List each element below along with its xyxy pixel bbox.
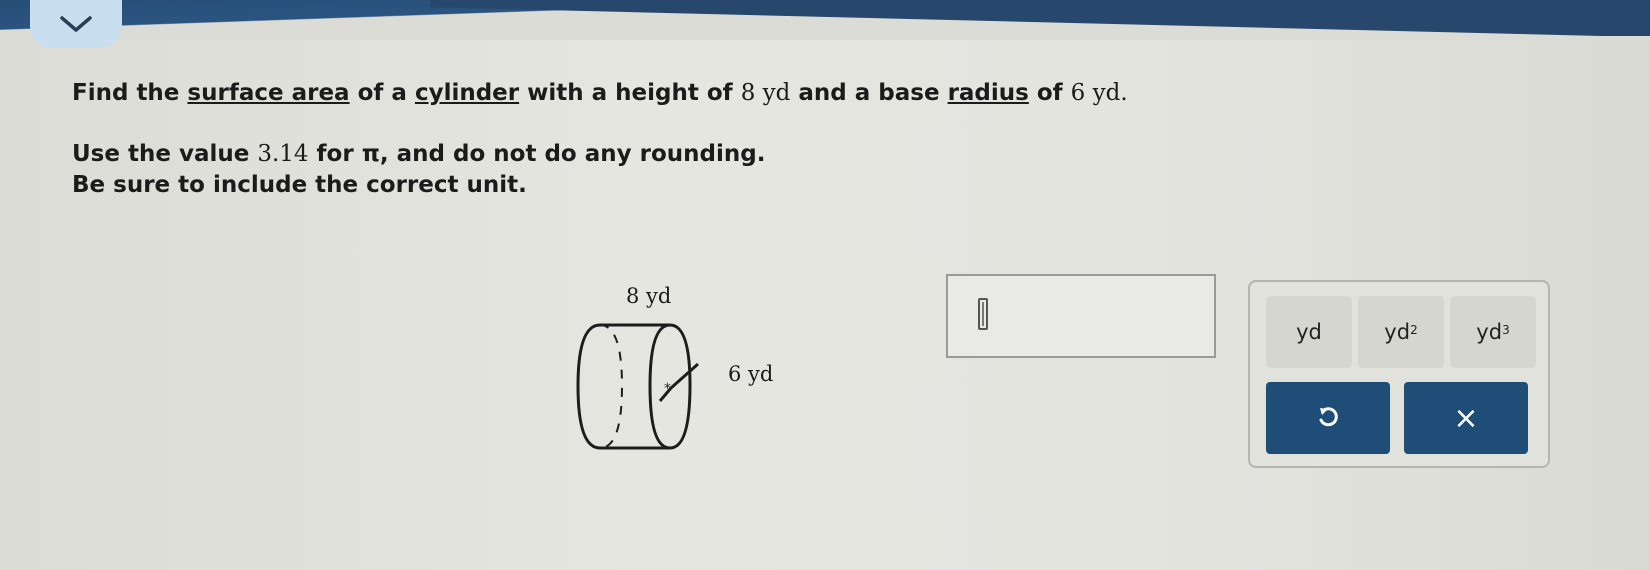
question-text: and a base (790, 80, 948, 106)
cylinder-link[interactable]: cylinder (415, 80, 519, 106)
unit-yd2-button[interactable]: yd 2 (1358, 296, 1444, 368)
chevron-down-icon (60, 16, 92, 32)
question-line-1: Find the surface area of a cylinder with… (72, 80, 1128, 106)
unit-keypad: yd yd 2 yd 3 × (1248, 280, 1550, 468)
radius-link[interactable]: radius (948, 80, 1029, 106)
unit-label: yd (1296, 320, 1322, 344)
question-line-3: Be sure to include the correct unit. (72, 172, 527, 198)
collapse-button[interactable] (30, 0, 122, 48)
height-value: 8 yd (740, 80, 791, 106)
question-text: . (1120, 80, 1128, 106)
text-cursor (978, 298, 988, 330)
unit-exponent: 3 (1502, 323, 1510, 337)
question-line-2: Use the value 3.14 for π, and do not do … (72, 141, 765, 167)
unit-yd3-button[interactable]: yd 3 (1450, 296, 1536, 368)
cylinder-figure: 8 yd * 6 yd (560, 270, 820, 480)
unit-label: yd (1476, 320, 1503, 344)
unit-label: yd (1384, 320, 1411, 344)
question-text: for π, and do not do any rounding. (308, 141, 766, 167)
clear-button[interactable]: × (1404, 382, 1528, 454)
question-text: Use the value (72, 141, 258, 167)
question-text: of a (349, 80, 415, 106)
clear-label: × (1453, 400, 1479, 436)
unit-exponent: 2 (1410, 323, 1418, 337)
figure-radius-label: 6 yd (728, 362, 774, 386)
question-text: Find the (72, 80, 188, 106)
svg-text:*: * (664, 381, 671, 397)
unit-yd-button[interactable]: yd (1266, 296, 1352, 368)
surface-area-link[interactable]: surface area (187, 80, 349, 106)
pi-value: 3.14 (257, 141, 309, 167)
question-text: of (1028, 80, 1071, 106)
undo-button[interactable] (1266, 382, 1390, 454)
cylinder-drawing: * (576, 323, 699, 450)
answer-input[interactable] (946, 274, 1216, 358)
undo-icon (1319, 407, 1338, 427)
radius-value: 6 yd (1070, 80, 1121, 106)
question-text: with a height of (519, 80, 741, 106)
